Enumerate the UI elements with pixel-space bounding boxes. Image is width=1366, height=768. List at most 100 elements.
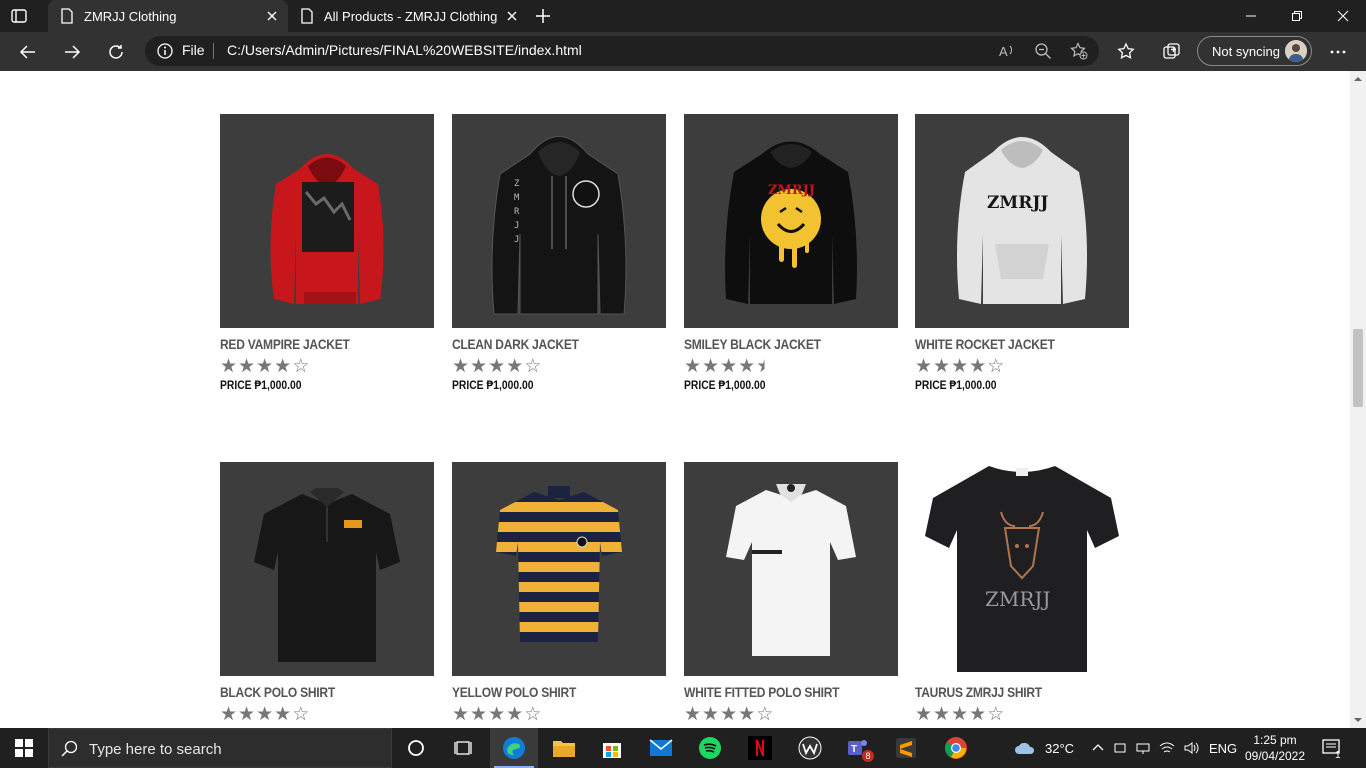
taskbar-sublime[interactable] [882,728,930,768]
star-full-icon: ★ [915,355,933,377]
cloud-icon [1015,742,1035,754]
favorites-icon[interactable] [1117,42,1137,62]
product-card[interactable]: BLACK POLO SHIRT ★ ★ ★ ★ ☆ [220,462,434,724]
taskbar-teams[interactable]: T 8 [834,728,882,768]
product-image-white-polo[interactable] [684,462,898,676]
star-full-icon: ★ [488,703,506,725]
restore-button[interactable] [1274,0,1320,32]
star-rating: ★ ★ ★ ★ ☆ [220,704,434,724]
product-image-red-hoodie[interactable] [220,114,434,328]
add-favorite-icon[interactable] [1070,42,1088,60]
notification-center[interactable]: 1 [1322,728,1342,768]
product-image-yellow-polo[interactable] [452,462,666,676]
product-card[interactable]: RED VAMPIRE JACKET ★ ★ ★ ★ ☆ PRICE ₱1,000.00 [220,114,434,392]
star-rating: ★ ★ ★ ★ ☆ [915,356,1129,376]
taskbar-wps[interactable] [786,728,834,768]
more-menu-icon[interactable] [1328,42,1348,62]
svg-text:ZMRJJ: ZMRJJ [987,193,1048,213]
info-icon[interactable] [157,43,173,59]
new-tab-icon[interactable] [533,6,553,26]
taskbar-netflix[interactable] [736,728,784,768]
folder-icon [553,741,575,757]
product-name[interactable]: CLEAN DARK JACKET [452,336,636,352]
star-full-icon: ★ [720,703,738,725]
star-empty-icon: ☆ [524,355,542,377]
network-adapter-icon[interactable] [1136,741,1150,755]
address-bar[interactable]: File C:/Users/Admin/Pictures/FINAL%20WEB… [145,36,1099,66]
scroll-down-icon[interactable] [1354,716,1362,724]
scroll-up-icon[interactable] [1354,75,1362,83]
close-window-button[interactable] [1320,0,1366,32]
meet-now-icon[interactable] [1113,741,1127,755]
wifi-icon[interactable] [1159,741,1175,755]
start-button[interactable] [0,728,48,768]
weather-widget[interactable]: 32°C [1014,728,1074,768]
minimize-button[interactable] [1228,0,1274,32]
star-empty-icon: ☆ [292,355,310,377]
product-name[interactable]: TAURUS ZMRJJ SHIRT [915,684,1099,700]
close-tab-icon[interactable] [504,8,520,24]
star-full-icon: ★ [969,703,987,725]
tab-actions-icon[interactable] [10,7,28,25]
product-card[interactable]: ZMRJJ SMILEY BLACK JACKET ★ ★ ★ ★ ★ PRICE ₱1… [684,114,898,392]
svg-text:ZMRJJ: ZMRJJ [985,587,1050,611]
tab-all-products[interactable]: All Products - ZMRJJ Clothing [288,0,528,32]
address-separator [213,43,214,59]
star-full-icon: ★ [951,703,969,725]
collections-icon[interactable] [1162,42,1182,62]
cortana-button[interactable] [392,728,440,768]
product-image-white-hoodie[interactable]: ZMRJJ [915,114,1129,328]
product-name[interactable]: BLACK POLO SHIRT [220,684,404,700]
page-scrollbar[interactable] [1350,71,1366,728]
product-name[interactable]: SMILEY BLACK JACKET [684,336,868,352]
chevron-up-icon[interactable] [1092,742,1104,754]
taskbar-mail[interactable] [637,728,685,768]
refresh-button[interactable] [102,38,130,66]
star-full-icon: ★ [488,355,506,377]
zoom-out-icon[interactable] [1034,42,1052,60]
browser-toolbar: File C:/Users/Admin/Pictures/FINAL%20WEB… [0,32,1366,71]
product-name[interactable]: WHITE ROCKET JACKET [915,336,1099,352]
product-name[interactable]: YELLOW POLO SHIRT [452,684,636,700]
tab-zmrjj-clothing[interactable]: ZMRJJ Clothing [48,0,288,32]
product-image-smiley-hoodie[interactable]: ZMRJJ [684,114,898,328]
taskbar-chrome[interactable] [932,728,980,768]
product-card[interactable]: ZMRJJ WHITE ROCKET JACKET ★ ★ ★ ★ ☆ PRICE ₱1… [915,114,1129,392]
task-view-button[interactable] [440,728,488,768]
product-card[interactable]: WHITE FITTED POLO SHIRT ★ ★ ★ ★ ☆ [684,462,898,724]
star-full-icon: ★ [220,355,238,377]
product-name[interactable]: WHITE FITTED POLO SHIRT [684,684,868,700]
star-rating: ★ ★ ★ ★ ☆ [452,356,666,376]
product-image-black-polo[interactable] [220,462,434,676]
clock[interactable]: 1:25 pm 09/04/2022 [1240,732,1310,764]
product-card[interactable]: Z M R J J CLEAN DARK JACKET ★ ★ ★ ★ ☆ PRICE … [452,114,666,392]
back-button[interactable] [14,38,42,66]
language-indicator[interactable]: ENG [1209,741,1237,756]
spotify-icon [699,737,721,759]
star-full-icon: ★ [256,355,274,377]
star-empty-icon: ☆ [524,703,542,725]
taskbar-edge[interactable] [490,728,538,768]
product-card[interactable]: ZMRJJ TAURUS ZMRJJ SHIRT ★ ★ ★ ★ ☆ [915,462,1129,724]
taskbar-microsoft-store[interactable] [588,728,636,768]
volume-icon[interactable] [1184,741,1200,755]
taskbar-search-box[interactable]: Type here to search [48,728,392,768]
scrollbar-thumb[interactable] [1353,329,1363,407]
product-name[interactable]: RED VAMPIRE JACKET [220,336,404,352]
taskbar-spotify[interactable] [686,728,734,768]
url-text[interactable]: C:/Users/Admin/Pictures/FINAL%20WEBSITE/… [227,42,582,58]
product-image-taurus-shirt[interactable]: ZMRJJ [915,462,1129,676]
star-full-icon: ★ [738,355,756,377]
sublime-text-icon [896,738,916,758]
forward-button[interactable] [58,38,86,66]
sync-button[interactable]: Not syncing [1197,36,1312,66]
star-empty-icon: ☆ [756,703,774,725]
mail-icon [649,739,673,756]
teams-badge: 8 [862,750,874,762]
close-tab-icon[interactable] [264,8,280,24]
svg-text:A: A [999,44,1008,59]
taskbar-file-explorer[interactable] [540,728,588,768]
read-aloud-icon[interactable]: A [998,42,1016,60]
product-card[interactable]: YELLOW POLO SHIRT ★ ★ ★ ★ ☆ [452,462,666,724]
product-image-black-hoodie[interactable]: Z M R J J [452,114,666,328]
